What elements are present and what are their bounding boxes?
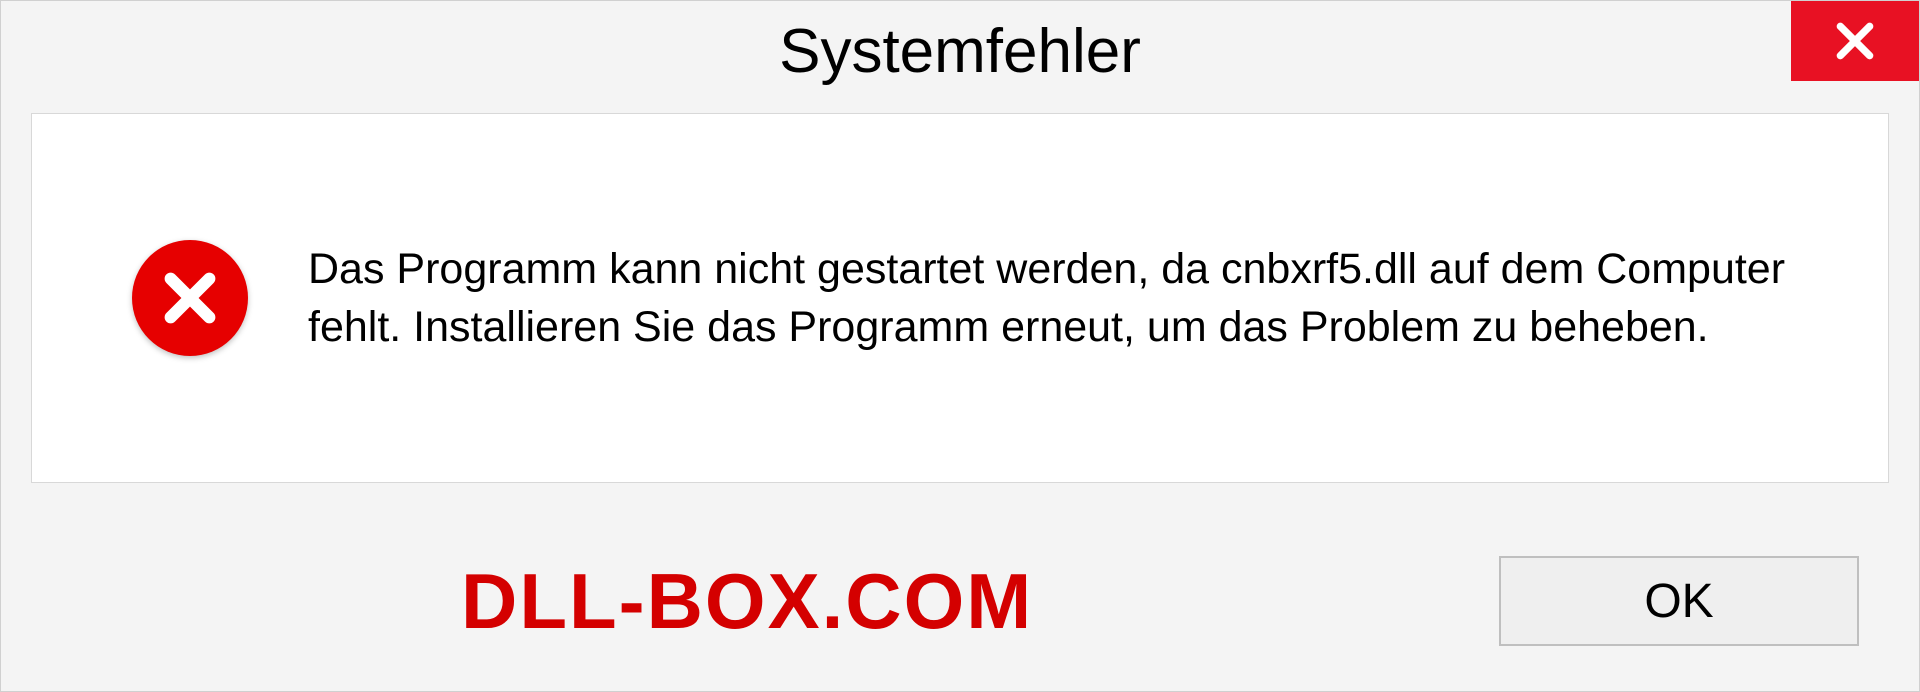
content-panel: Das Programm kann nicht gestartet werden… bbox=[31, 113, 1889, 483]
error-message: Das Programm kann nicht gestartet werden… bbox=[308, 240, 1828, 356]
error-dialog: Systemfehler Das Programm kann nicht ges… bbox=[0, 0, 1920, 692]
dialog-title: Systemfehler bbox=[779, 16, 1141, 87]
dialog-footer: DLL-BOX.COM OK bbox=[1, 511, 1919, 691]
close-icon bbox=[1833, 19, 1877, 63]
watermark-text: DLL-BOX.COM bbox=[61, 556, 1033, 647]
close-button[interactable] bbox=[1791, 1, 1919, 81]
error-icon bbox=[132, 240, 248, 356]
titlebar: Systemfehler bbox=[1, 1, 1919, 101]
ok-button[interactable]: OK bbox=[1499, 556, 1859, 646]
